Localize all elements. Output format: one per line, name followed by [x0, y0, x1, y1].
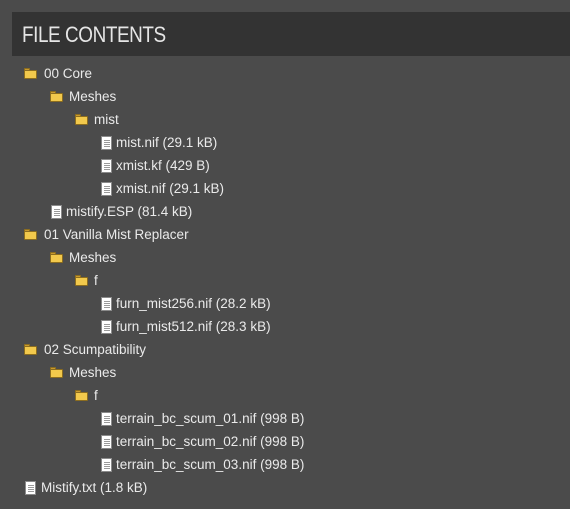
- file-icon: [99, 430, 115, 453]
- folder-name: Meshes: [69, 250, 117, 265]
- folder-name: 02 Scumpatibility: [44, 342, 147, 357]
- tree-file-row[interactable]: terrain_bc_scum_02.nif (998 B): [0, 430, 570, 453]
- file-icon: [23, 476, 39, 499]
- file-name: terrain_bc_scum_03.nif (998 B): [116, 457, 305, 472]
- file-icon: [99, 407, 115, 430]
- file-name: xmist.kf (429 B): [116, 158, 210, 173]
- folder-icon: [49, 85, 65, 108]
- file-icon: [99, 453, 115, 476]
- folder-icon: [74, 384, 90, 407]
- file-name: furn_mist256.nif (28.2 kB): [116, 296, 271, 311]
- tree-file-row[interactable]: mist.nif (29.1 kB): [0, 131, 570, 154]
- file-name: terrain_bc_scum_02.nif (998 B): [116, 434, 305, 449]
- folder-icon: [74, 108, 90, 131]
- tree-file-row[interactable]: mistify.ESP (81.4 kB): [0, 200, 570, 223]
- folder-icon: [23, 62, 39, 85]
- tree-file-row[interactable]: Mistify.txt (1.8 kB): [0, 476, 570, 499]
- file-name: furn_mist512.nif (28.3 kB): [116, 319, 271, 334]
- tree-folder-row[interactable]: Meshes: [0, 85, 570, 108]
- file-name: Mistify.txt (1.8 kB): [41, 480, 148, 495]
- folder-name: f: [94, 273, 98, 288]
- file-name: terrain_bc_scum_01.nif (998 B): [116, 411, 305, 426]
- tree-folder-row[interactable]: Meshes: [0, 361, 570, 384]
- folder-icon: [23, 223, 39, 246]
- file-name: mistify.ESP (81.4 kB): [66, 204, 193, 219]
- tree-folder-row[interactable]: f: [0, 269, 570, 292]
- tree-file-row[interactable]: furn_mist512.nif (28.3 kB): [0, 315, 570, 338]
- tree-file-row[interactable]: xmist.kf (429 B): [0, 154, 570, 177]
- file-contents-panel: FILE CONTENTS 00 Core Meshes mist mist.nif …: [0, 0, 570, 509]
- folder-name: mist: [94, 112, 119, 127]
- tree-folder-row[interactable]: 00 Core: [0, 62, 570, 85]
- folder-name: Meshes: [69, 365, 117, 380]
- folder-name: f: [94, 388, 98, 403]
- panel-title: FILE CONTENTS: [22, 22, 166, 47]
- file-icon: [99, 154, 115, 177]
- file-icon: [99, 315, 115, 338]
- file-tree: 00 Core Meshes mist mist.nif (29.1 kB) xmist…: [0, 62, 570, 499]
- folder-icon: [74, 269, 90, 292]
- file-name: mist.nif (29.1 kB): [116, 135, 218, 150]
- folder-icon: [49, 361, 65, 384]
- tree-file-row[interactable]: terrain_bc_scum_03.nif (998 B): [0, 453, 570, 476]
- file-icon: [49, 200, 65, 223]
- folder-name: 00 Core: [44, 66, 93, 81]
- file-icon: [99, 292, 115, 315]
- folder-icon: [23, 338, 39, 361]
- tree-file-row[interactable]: furn_mist256.nif (28.2 kB): [0, 292, 570, 315]
- file-icon: [99, 177, 115, 200]
- tree-folder-row[interactable]: 01 Vanilla Mist Replacer: [0, 223, 570, 246]
- tree-folder-row[interactable]: Meshes: [0, 246, 570, 269]
- tree-folder-row[interactable]: f: [0, 384, 570, 407]
- folder-name: 01 Vanilla Mist Replacer: [44, 227, 189, 242]
- file-icon: [99, 131, 115, 154]
- tree-folder-row[interactable]: mist: [0, 108, 570, 131]
- folder-icon: [49, 246, 65, 269]
- tree-file-row[interactable]: xmist.nif (29.1 kB): [0, 177, 570, 200]
- file-name: xmist.nif (29.1 kB): [116, 181, 225, 196]
- panel-header: FILE CONTENTS: [12, 12, 570, 56]
- tree-folder-row[interactable]: 02 Scumpatibility: [0, 338, 570, 361]
- folder-name: Meshes: [69, 89, 117, 104]
- tree-file-row[interactable]: terrain_bc_scum_01.nif (998 B): [0, 407, 570, 430]
